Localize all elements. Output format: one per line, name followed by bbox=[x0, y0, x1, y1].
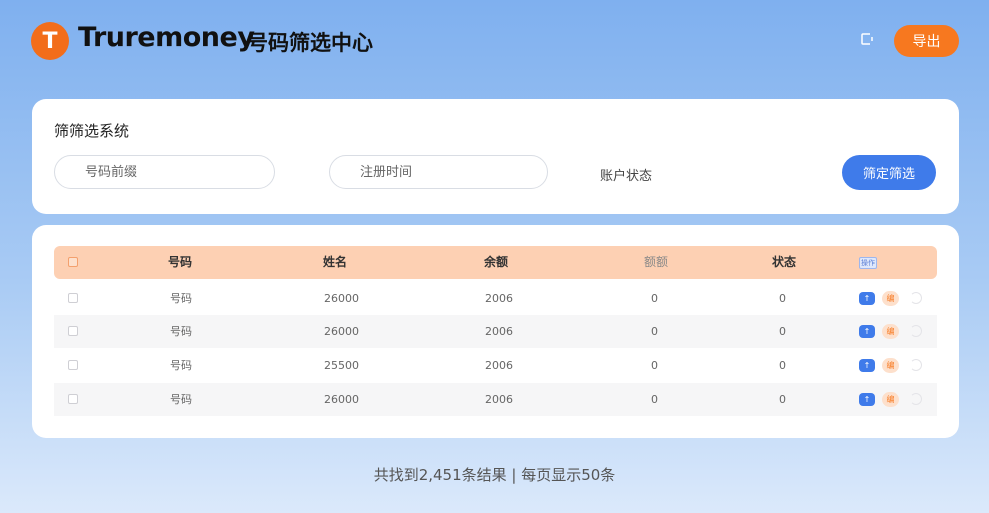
prefix-input[interactable] bbox=[54, 155, 275, 189]
col-header-status[interactable]: 状态 bbox=[772, 246, 796, 279]
cell-number: 号码 bbox=[170, 292, 192, 305]
cell-number: 号码 bbox=[170, 325, 192, 338]
row-checkbox[interactable] bbox=[68, 360, 78, 370]
cell-status: 0 bbox=[779, 325, 786, 338]
row-edit-button[interactable]: 编 bbox=[882, 392, 899, 407]
col-header-name[interactable]: 姓名 bbox=[323, 246, 347, 279]
row-checkbox[interactable] bbox=[68, 326, 78, 336]
row-edit-button[interactable]: 编 bbox=[882, 324, 899, 339]
row-checkbox[interactable] bbox=[68, 394, 78, 404]
cell-amount: 0 bbox=[651, 359, 658, 372]
cell-amount: 0 bbox=[651, 393, 658, 406]
exit-icon[interactable] bbox=[860, 32, 876, 46]
app-header: T Truremoney 号码筛选中心 导出 bbox=[0, 0, 989, 80]
select-all-checkbox[interactable] bbox=[68, 257, 78, 267]
cell-status: 0 bbox=[779, 393, 786, 406]
cell-amount: 0 bbox=[651, 325, 658, 338]
results-table: 号码 姓名 余额 额额 状态 操作 号码 26000 2006 0 0 ↑ 编 … bbox=[32, 225, 959, 438]
row-edit-button[interactable]: 编 bbox=[882, 358, 899, 373]
col-header-number[interactable]: 号码 bbox=[168, 246, 192, 279]
col-header-balance[interactable]: 余额 bbox=[484, 246, 508, 279]
cell-status: 0 bbox=[779, 292, 786, 305]
cell-balance: 2006 bbox=[485, 359, 513, 372]
cell-number: 号码 bbox=[170, 359, 192, 372]
row-action-button[interactable]: ↑ bbox=[859, 292, 875, 305]
export-button[interactable]: 导出 bbox=[894, 25, 959, 57]
confirm-filter-button[interactable]: 筛定筛选 bbox=[842, 155, 936, 190]
col-header-amount[interactable]: 额额 bbox=[644, 246, 668, 279]
col-header-actions: 操作 bbox=[859, 257, 877, 269]
cell-name: 26000 bbox=[324, 325, 359, 338]
row-edit-button[interactable]: 编 bbox=[882, 291, 899, 306]
row-action-button[interactable]: ↑ bbox=[859, 393, 875, 406]
table-header: 号码 姓名 余额 额额 状态 操作 bbox=[54, 246, 937, 279]
cell-balance: 2006 bbox=[485, 292, 513, 305]
table-row[interactable]: 号码 25500 2006 0 0 ↑ 编 bbox=[54, 349, 937, 382]
results-summary: 共找到2,451条结果 | 每页显示50条 bbox=[373, 466, 616, 484]
cell-name: 26000 bbox=[324, 393, 359, 406]
page-title: 号码筛选中心 bbox=[247, 31, 373, 55]
row-checkbox[interactable] bbox=[68, 293, 78, 303]
logo-icon: T bbox=[31, 22, 69, 60]
cell-balance: 2006 bbox=[485, 393, 513, 406]
filter-title: 筛筛选系统 bbox=[54, 122, 130, 140]
row-action-button[interactable]: ↑ bbox=[859, 359, 875, 372]
cell-number: 号码 bbox=[170, 393, 192, 406]
row-more-icon[interactable] bbox=[910, 325, 922, 337]
cell-name: 25500 bbox=[324, 359, 359, 372]
table-row[interactable]: 号码 26000 2006 0 0 ↑ 编 bbox=[54, 282, 937, 315]
filter-panel: 筛筛选系统 账户状态 筛定筛选 bbox=[32, 99, 959, 214]
row-more-icon[interactable] bbox=[910, 359, 922, 371]
cell-balance: 2006 bbox=[485, 325, 513, 338]
account-status-select[interactable]: 账户状态 bbox=[600, 165, 652, 184]
row-more-icon[interactable] bbox=[910, 393, 922, 405]
brand-name: Truremoney bbox=[78, 22, 255, 53]
row-more-icon[interactable] bbox=[910, 292, 922, 304]
row-action-button[interactable]: ↑ bbox=[859, 325, 875, 338]
cell-amount: 0 bbox=[651, 292, 658, 305]
cell-name: 26000 bbox=[324, 292, 359, 305]
cell-status: 0 bbox=[779, 359, 786, 372]
table-row[interactable]: 号码 26000 2006 0 0 ↑ 编 bbox=[54, 383, 937, 416]
table-row[interactable]: 号码 26000 2006 0 0 ↑ 编 bbox=[54, 315, 937, 348]
register-date-input[interactable] bbox=[329, 155, 548, 189]
